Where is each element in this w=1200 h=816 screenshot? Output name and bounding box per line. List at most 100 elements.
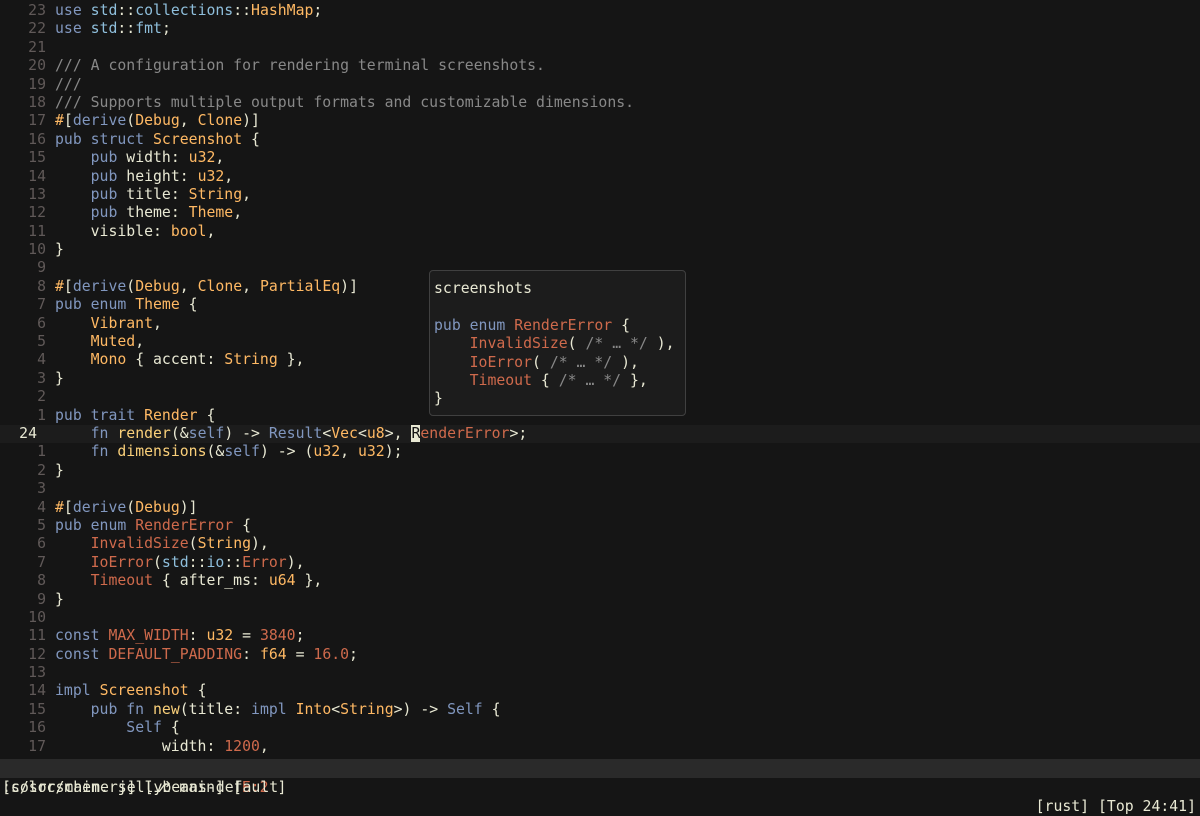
code-text: pub fn new(title: impl Into<String>) -> … bbox=[90, 700, 501, 718]
line-number: 5 bbox=[37, 516, 46, 534]
code-text: IoError(std::io::Error), bbox=[90, 553, 305, 571]
code-line[interactable]: 10} bbox=[0, 241, 1200, 259]
code-text: visible: bool, bbox=[55, 222, 216, 240]
line-number: 9 bbox=[37, 259, 46, 277]
code-text: pub title: String, bbox=[90, 185, 252, 203]
line-number: 20 bbox=[28, 57, 46, 75]
line-number: 10 bbox=[28, 241, 46, 259]
line-number: 11 bbox=[28, 222, 46, 240]
code-text: /// bbox=[55, 75, 82, 93]
code-line[interactable]: 4 #[derive(Debug)] bbox=[0, 499, 1200, 517]
code-line[interactable]: 5 pub enum RenderError { bbox=[0, 517, 1200, 535]
line-number: 9 bbox=[37, 590, 46, 608]
code-line[interactable]: 22 use std::fmt; bbox=[0, 20, 1200, 38]
line-number: 4 bbox=[37, 498, 46, 516]
code-line[interactable]: 13 pub title: String, bbox=[0, 186, 1200, 204]
code-line[interactable]: 17 width: 1200, bbox=[0, 738, 1200, 756]
code-line[interactable]: 9} bbox=[0, 591, 1200, 609]
line-number: 5 bbox=[37, 333, 46, 351]
code-line[interactable]: 10 bbox=[0, 609, 1200, 627]
code-line[interactable]: 15 pub fn new(title: impl Into<String>) … bbox=[0, 701, 1200, 719]
line-number: 23 bbox=[28, 2, 46, 19]
code-line[interactable]: 20 /// A configuration for rendering term… bbox=[0, 57, 1200, 75]
code-text: pub enum RenderError { bbox=[55, 516, 252, 534]
line-number: 4 bbox=[37, 351, 46, 369]
code-line[interactable]: 19 /// bbox=[0, 76, 1200, 94]
line-number: 19 bbox=[28, 75, 46, 93]
line-number: 7 bbox=[37, 296, 46, 314]
code-text: use std::fmt; bbox=[55, 20, 171, 38]
code-line[interactable]: 11 visible: bool, bbox=[0, 223, 1200, 241]
code-text: pub theme: Theme, bbox=[90, 204, 243, 222]
line-number: 1 bbox=[37, 443, 46, 461]
hover-popup: screenshots pub enum RenderError { Invali… bbox=[429, 270, 686, 416]
code-text: #[derive(Debug, Clone, PartialEq)] bbox=[55, 277, 358, 295]
code-line[interactable]: 11 const MAX_WIDTH: u32 = 3840; bbox=[0, 627, 1200, 645]
line-number: 13 bbox=[28, 664, 46, 682]
command-line[interactable]: :colorscheme jellybeans-default bbox=[2, 778, 278, 798]
code-line[interactable]: 2} bbox=[0, 462, 1200, 480]
code-line[interactable]: 16 pub struct Screenshot { bbox=[0, 131, 1200, 149]
line-number: 2 bbox=[37, 461, 46, 479]
code-text: pub enum Theme { bbox=[55, 296, 198, 314]
status-position: [Top 24:41] bbox=[1098, 798, 1196, 815]
line-number: 14 bbox=[28, 167, 46, 185]
line-number: 10 bbox=[28, 608, 46, 626]
current-line[interactable]: 24 fn render(&self) -> Result<Vec<u8>, R… bbox=[0, 424, 1200, 444]
line-number: 12 bbox=[28, 204, 46, 222]
code-line[interactable]: 14 pub height: u32, bbox=[0, 168, 1200, 186]
code-text: InvalidSize(String), bbox=[90, 535, 269, 553]
line-number: 6 bbox=[37, 314, 46, 332]
code-text: pub struct Screenshot { bbox=[55, 130, 260, 148]
code-text: fn dimensions(&self) -> (u32, u32); bbox=[90, 443, 403, 461]
line-number: 17 bbox=[28, 737, 46, 755]
statusline: [s/src/main.rs] [⎇ main] [E:2 ] [rust] [… bbox=[0, 759, 1200, 815]
code-line[interactable]: 18 /// Supports multiple output formats a… bbox=[0, 94, 1200, 112]
code-line[interactable]: 15 pub width: u32, bbox=[0, 149, 1200, 167]
code-line[interactable]: 1 fn dimensions(&self) -> (u32, u32); bbox=[0, 443, 1200, 461]
code-text: /// Supports multiple output formats and… bbox=[55, 93, 635, 111]
code-text: impl Screenshot { bbox=[55, 682, 207, 700]
status-filetype: [rust] bbox=[1035, 798, 1090, 815]
code-text: pub width: u32, bbox=[90, 149, 225, 167]
code-line[interactable]: 7 IoError(std::io::Error), bbox=[0, 554, 1200, 572]
hover-line bbox=[434, 298, 685, 316]
line-number: 18 bbox=[28, 93, 46, 111]
line-number: 1 bbox=[37, 406, 46, 424]
code-line[interactable]: 23 use std::collections::HashMap; bbox=[0, 2, 1200, 20]
code-line[interactable]: 3 bbox=[0, 480, 1200, 498]
code-text: pub height: u32, bbox=[90, 167, 234, 185]
code-text: /// A configuration for rendering termin… bbox=[55, 57, 545, 75]
code-text: const MAX_WIDTH: u32 = 3840; bbox=[55, 627, 305, 645]
line-number: 2 bbox=[37, 388, 46, 406]
code-line[interactable]: 12 pub theme: Theme, bbox=[0, 204, 1200, 222]
hover-line: } bbox=[434, 390, 443, 408]
code-line[interactable]: 8 Timeout { after_ms: u64 }, bbox=[0, 572, 1200, 590]
line-number: 15 bbox=[28, 149, 46, 167]
code-line[interactable]: 14 impl Screenshot { bbox=[0, 682, 1200, 700]
code-text: } bbox=[55, 241, 64, 259]
code-line[interactable]: 12 const DEFAULT_PADDING: f64 = 16.0; bbox=[0, 646, 1200, 664]
line-number: 22 bbox=[28, 20, 46, 38]
code-line[interactable]: 13 bbox=[0, 664, 1200, 682]
line-number: 14 bbox=[28, 682, 46, 700]
code-text: Self { bbox=[126, 719, 180, 737]
code-line[interactable]: 21 bbox=[0, 39, 1200, 57]
code-line[interactable]: 6 InvalidSize(String), bbox=[0, 535, 1200, 553]
code-text: Vibrant, bbox=[90, 314, 162, 332]
code-line[interactable]: 16 Self { bbox=[0, 719, 1200, 737]
line-number: 7 bbox=[37, 553, 46, 571]
code-text: } bbox=[55, 461, 64, 479]
code-text: #[derive(Debug)] bbox=[55, 498, 198, 516]
code-text: Timeout { after_ms: u64 }, bbox=[90, 572, 323, 590]
line-number: 8 bbox=[37, 277, 46, 295]
line-number: 16 bbox=[28, 130, 46, 148]
hover-line: pub enum RenderError { bbox=[434, 316, 631, 334]
line-number: 16 bbox=[28, 719, 46, 737]
code-text: Mono { accent: String }, bbox=[90, 351, 305, 369]
line-number: 17 bbox=[28, 112, 46, 130]
line-number: 3 bbox=[37, 480, 46, 498]
hover-crate-name: screenshots bbox=[434, 280, 532, 297]
code-text: use std::collections::HashMap; bbox=[55, 2, 323, 19]
code-line[interactable]: 17 #[derive(Debug, Clone)] bbox=[0, 112, 1200, 130]
